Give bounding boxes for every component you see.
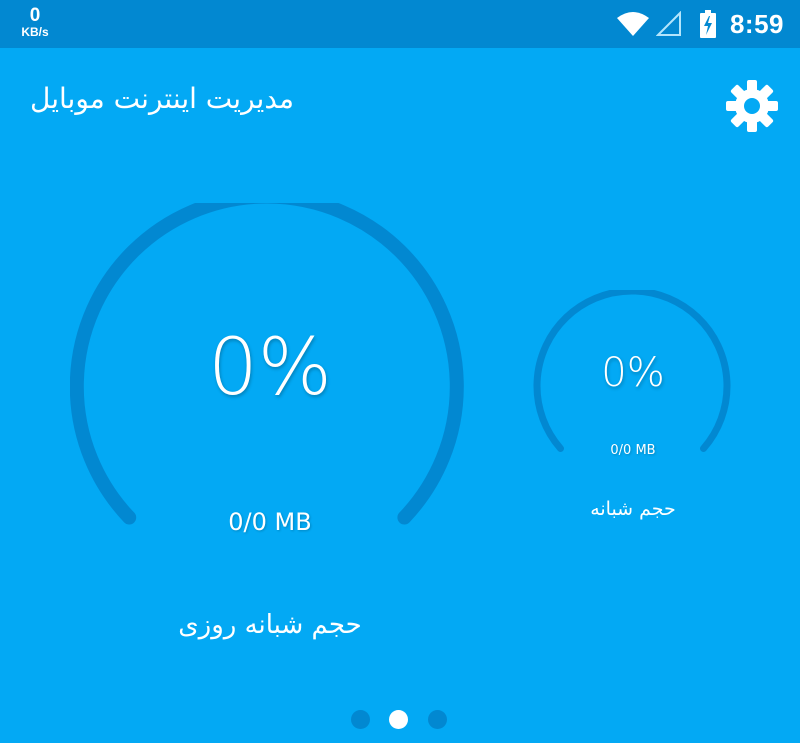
- status-icons: 8:59: [616, 0, 784, 48]
- page-dot-3[interactable]: [428, 710, 447, 729]
- night-volume-gauge: 0% 0/0 MB: [532, 290, 734, 468]
- network-speed-value: 0: [29, 5, 41, 26]
- page-indicator: [350, 710, 450, 730]
- battery-charging-icon: [699, 10, 716, 38]
- network-speed-indicator: 0 KB/s: [18, 6, 52, 38]
- app-title: مدیریت اینترنت موبایل: [30, 82, 295, 115]
- daily-volume-gauge: 0% 0/0 MB: [70, 203, 470, 543]
- night-volume-percent: 0%: [601, 350, 665, 396]
- cell-signal-icon: [655, 11, 681, 36]
- page-dot-2[interactable]: [389, 710, 408, 729]
- page-dot-1[interactable]: [351, 710, 370, 729]
- settings-button[interactable]: [724, 78, 780, 134]
- daily-volume-label: حجم شبانه روزی: [178, 610, 362, 640]
- night-volume-usage: 0/0 MB: [610, 443, 656, 458]
- daily-volume-percent: 0%: [208, 323, 332, 413]
- gear-icon: [726, 80, 778, 132]
- night-volume-label: حجم شبانه: [590, 498, 676, 520]
- status-bar: 0 KB/s 8:59: [0, 0, 800, 48]
- daily-volume-usage: 0/0 MB: [228, 508, 312, 536]
- status-clock: 8:59: [729, 8, 784, 39]
- network-speed-unit: KB/s: [21, 25, 49, 39]
- wifi-icon: [616, 12, 649, 36]
